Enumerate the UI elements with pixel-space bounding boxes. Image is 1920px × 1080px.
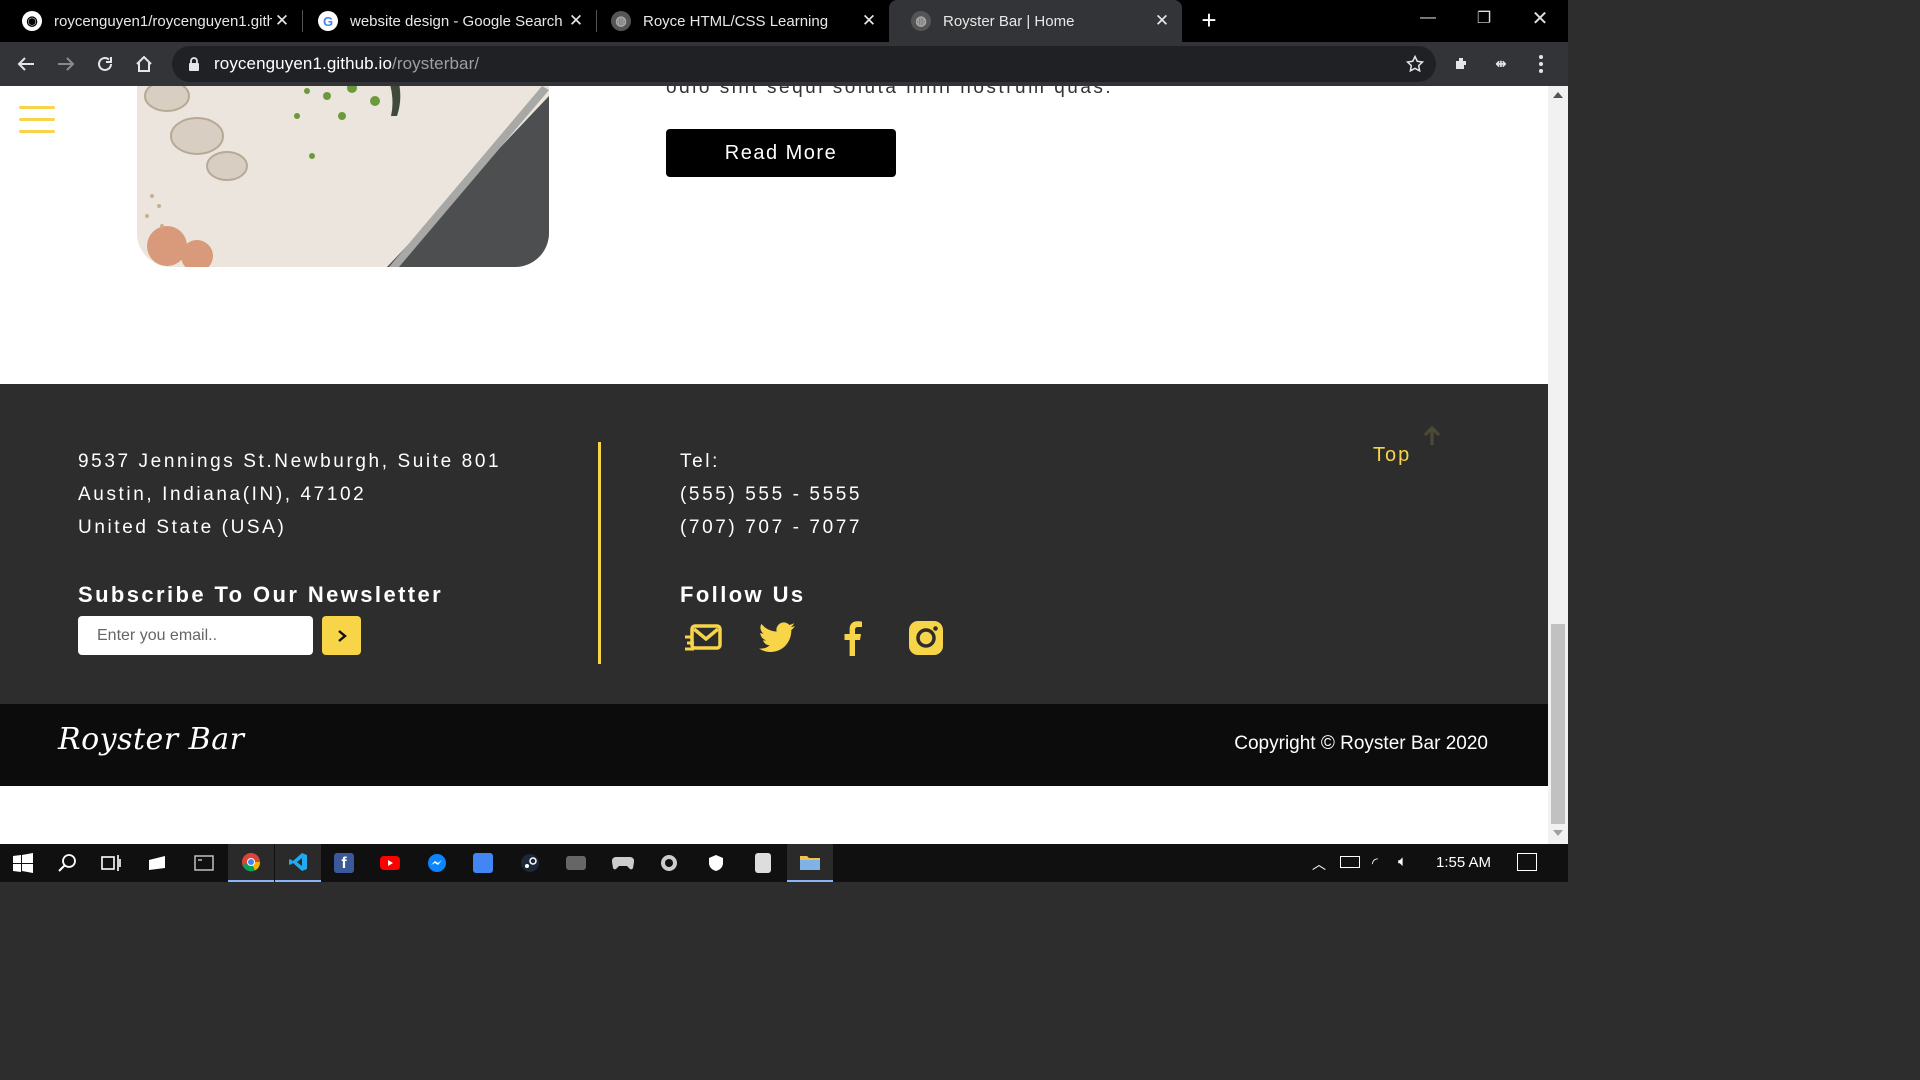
restore-icon[interactable]: ❐ [1456, 0, 1512, 36]
tab-royster-bar[interactable]: ◍ Royster Bar | Home ✕ [889, 0, 1182, 42]
shield-icon[interactable] [693, 844, 739, 882]
windows-start-icon[interactable] [0, 844, 46, 882]
google-icon: G [318, 11, 338, 31]
system-clock[interactable]: 1:55 AM [1436, 854, 1491, 871]
tab-title: website design - Google Search [350, 12, 563, 30]
food-prep-image [137, 86, 549, 267]
tab-royce-learning[interactable]: ◍ Royce HTML/CSS Learning ✕ [589, 0, 889, 42]
phone-2: (707) 707 - 7077 [680, 517, 863, 538]
article-text: odio sint sequi soluta nihil nostrum qua… [666, 86, 1114, 98]
messenger-icon[interactable] [414, 844, 460, 882]
store-icon[interactable] [134, 844, 180, 882]
game-icon[interactable] [553, 844, 599, 882]
arrow-up-icon[interactable] [1423, 426, 1441, 446]
tab-title: Royce HTML/CSS Learning [643, 12, 829, 30]
read-more-button[interactable]: Read More [666, 129, 896, 177]
translate-icon[interactable] [460, 844, 506, 882]
subscribe-button[interactable] [322, 616, 361, 655]
youtube-icon[interactable] [367, 844, 413, 882]
browser-toolbar: roycenguyen1.github.io/roysterbar/ ⇹ [0, 42, 1568, 86]
vscode-icon[interactable] [275, 844, 321, 882]
instagram-icon[interactable] [906, 618, 946, 658]
tab-title: roycenguyen1/roycenguyen1.github.io [54, 12, 272, 30]
brand-logo[interactable]: Royster Bar [58, 722, 244, 757]
forward-icon[interactable] [52, 50, 80, 78]
back-to-top-link[interactable]: Top [1373, 444, 1411, 467]
footer: 9537 Jennings St.Newburgh, Suite 801 Aus… [0, 384, 1548, 704]
mail-icon[interactable] [684, 618, 724, 658]
task-view-icon[interactable] [88, 844, 134, 882]
volume-icon[interactable]: 🔈︎ [1398, 853, 1407, 870]
address-bar[interactable]: roycenguyen1.github.io/roysterbar/ [172, 46, 1436, 82]
close-tab-icon[interactable]: ✕ [1152, 11, 1172, 31]
extension-icon[interactable]: ⇹ [1487, 50, 1515, 78]
url-path: /roysterbar/ [392, 54, 480, 73]
new-tab-button[interactable]: + [1196, 7, 1222, 34]
copyright-text: Copyright © Royster Bar 2020 [1234, 733, 1488, 754]
windows-taskbar: f ︿ ◜ 🔈︎ 1:55 AM [0, 844, 1568, 882]
tab-google-search[interactable]: G website design - Google Search ✕ [296, 0, 596, 42]
file-explorer-icon[interactable] [787, 844, 833, 882]
phone-1: (555) 555 - 5555 [680, 484, 863, 505]
notifications-icon[interactable] [1517, 853, 1537, 871]
scroll-down-icon[interactable] [1553, 830, 1563, 836]
minimize-icon[interactable]: — [1400, 0, 1456, 36]
back-icon[interactable] [12, 50, 40, 78]
scrollbar-thumb[interactable] [1551, 624, 1565, 824]
steam-icon[interactable] [507, 844, 553, 882]
tab-strip: ◉ roycenguyen1/roycenguyen1.github.io ✕ … [0, 0, 1568, 42]
lock-icon [189, 57, 199, 71]
close-tab-icon[interactable]: ✕ [272, 11, 292, 31]
scroll-up-icon[interactable] [1553, 92, 1563, 98]
tab-github[interactable]: ◉ roycenguyen1/roycenguyen1.github.io ✕ [0, 0, 302, 42]
newsletter-email-input[interactable] [78, 616, 313, 655]
newsletter-heading: Subscribe To Our Newsletter [78, 582, 444, 607]
page-scrollbar[interactable] [1548, 86, 1568, 844]
github-icon: ◉ [22, 11, 42, 31]
notepad-icon[interactable] [740, 844, 786, 882]
url-text: roycenguyen1.github.io/roysterbar/ [214, 54, 479, 74]
url-host: roycenguyen1.github.io [214, 54, 392, 73]
address-line-2: Austin, Indiana(IN), 47102 [78, 484, 367, 505]
twitter-icon[interactable] [757, 618, 797, 658]
facebook-icon[interactable]: f [321, 844, 367, 882]
github-desktop-icon[interactable] [646, 844, 692, 882]
extensions-icon[interactable] [1448, 50, 1476, 78]
home-icon[interactable] [130, 50, 158, 78]
controller-icon[interactable] [600, 844, 646, 882]
close-tab-icon[interactable]: ✕ [859, 11, 879, 31]
facebook-icon[interactable] [832, 618, 872, 658]
close-tab-icon[interactable]: ✕ [566, 11, 586, 31]
tel-label: Tel: [680, 451, 720, 472]
globe-icon: ◍ [911, 11, 931, 31]
globe-icon: ◍ [611, 11, 631, 31]
chrome-icon[interactable] [228, 844, 274, 882]
chevron-up-icon[interactable]: ︿ [1312, 854, 1326, 874]
address-line-1: 9537 Jennings St.Newburgh, Suite 801 [78, 451, 502, 472]
tab-title: Royster Bar | Home [943, 12, 1075, 30]
address-line-3: United State (USA) [78, 517, 287, 538]
reload-icon[interactable] [91, 50, 119, 78]
chevron-right-icon [337, 629, 347, 642]
terminal-icon[interactable] [181, 844, 227, 882]
bookmark-star-icon[interactable] [1406, 55, 1424, 73]
footer-bottom-bar: Royster Bar Copyright © Royster Bar 2020 [0, 704, 1548, 786]
battery-icon[interactable] [1340, 856, 1360, 868]
search-icon[interactable] [44, 844, 90, 882]
wifi-icon[interactable]: ◜ [1372, 854, 1378, 872]
follow-heading: Follow Us [680, 582, 806, 607]
close-window-icon[interactable]: ✕ [1512, 0, 1568, 36]
hamburger-menu-icon[interactable] [19, 106, 55, 138]
menu-kebab-icon[interactable] [1527, 50, 1555, 78]
footer-divider [598, 442, 601, 664]
web-page: odio sint sequi soluta nihil nostrum qua… [0, 86, 1548, 844]
